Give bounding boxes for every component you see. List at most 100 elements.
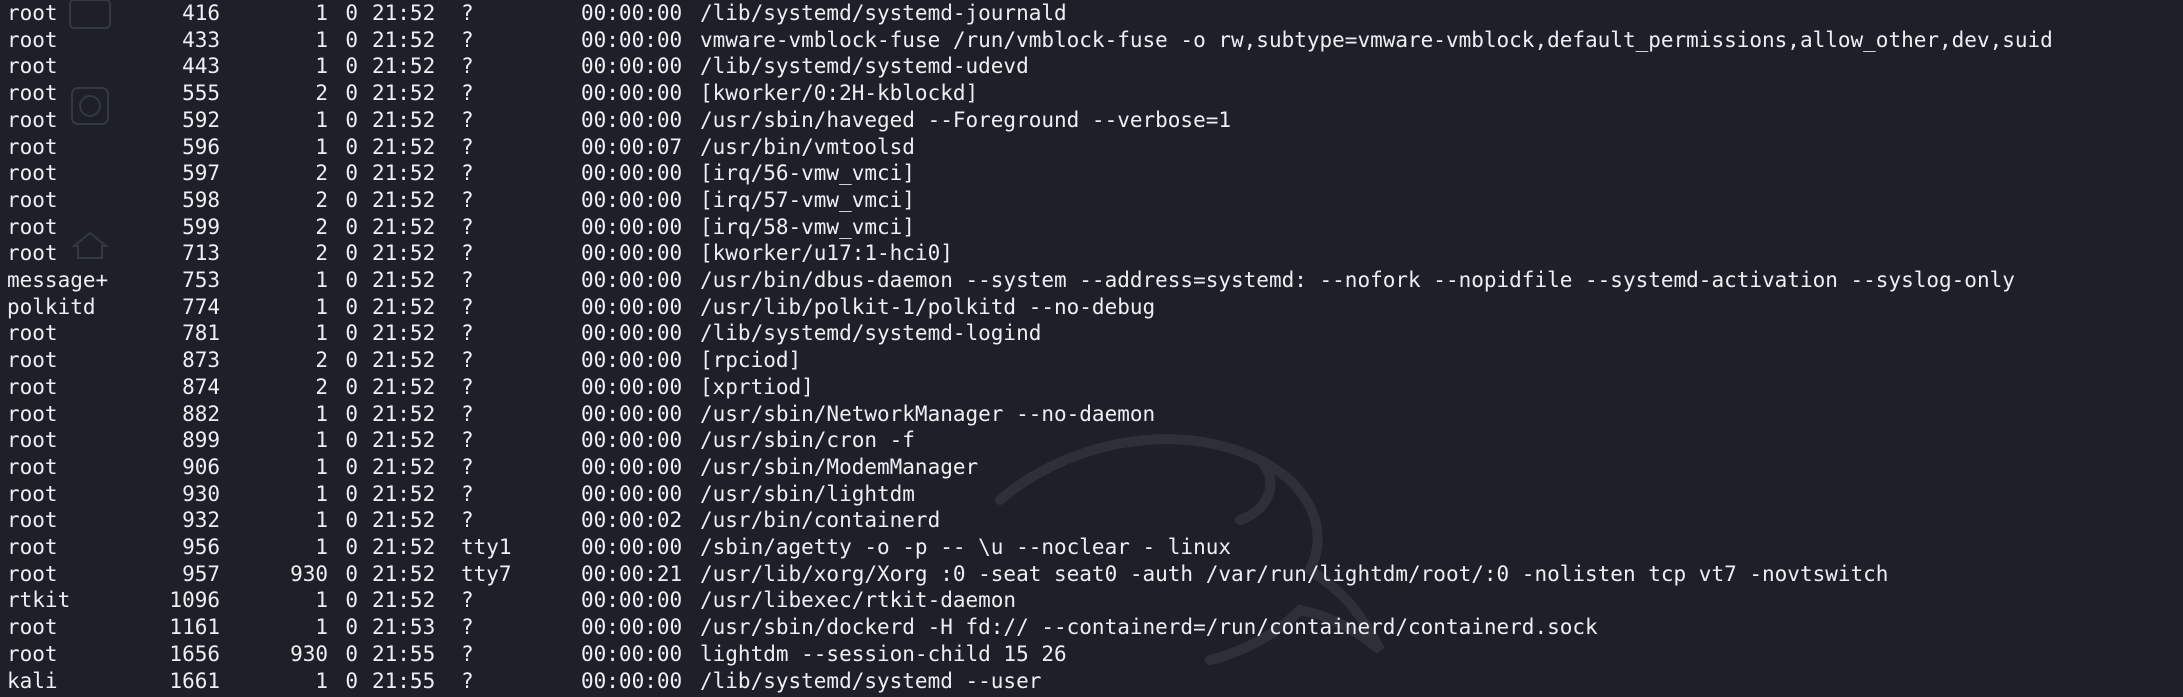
process-cpu: 0 [345,588,358,613]
process-ppid: 1 [315,27,328,52]
process-user: root [7,214,58,239]
process-cpu: 0 [345,161,358,186]
process-cpu-time: 00:00:00 [581,374,683,399]
process-cpu-time: 00:00:00 [581,27,683,52]
process-ppid: 1 [315,1,328,25]
process-pid: 873 [182,348,220,373]
process-tty: ? [461,107,474,132]
process-tty: ? [461,588,474,613]
process-tty: ? [461,401,474,426]
process-tty: ? [461,187,474,212]
process-user: root [7,241,58,266]
process-pid: 599 [182,214,220,239]
process-tty: ? [461,428,474,453]
process-start-time: 21:52 [372,454,436,479]
process-command: /lib/systemd/systemd --user [700,668,1042,693]
process-command: /usr/bin/dbus-daemon --system --address=… [700,268,2015,292]
process-cpu-time: 00:00:00 [581,294,683,319]
process-user: root [7,27,58,52]
process-cpu: 0 [345,321,358,346]
process-ppid: 2 [315,241,328,266]
process-start-time: 21:52 [372,508,436,533]
process-tty: tty1 [461,535,512,559]
process-user: root [7,481,58,506]
process-pid: 1096 [169,588,220,613]
process-cpu: 0 [345,561,358,586]
process-user: root [7,641,58,666]
process-pid: 956 [182,535,220,559]
process-ppid: 1 [315,294,328,319]
process-cpu-time: 00:00:00 [581,668,683,693]
process-command: [xprtiod] [700,374,814,399]
process-cpu-time: 00:00:00 [581,481,683,506]
process-user: root [7,561,58,586]
process-start-time: 21:52 [372,294,436,319]
process-pid: 597 [182,161,220,186]
process-start-time: 21:52 [372,561,436,586]
process-cpu-time: 00:00:00 [581,54,683,79]
process-cpu-time: 00:00:00 [581,454,683,479]
process-command: /lib/systemd/systemd-udevd [700,54,1029,79]
process-ppid: 1 [315,134,328,159]
process-command: lightdm --session-child 15 26 [700,641,1067,666]
trash-icon [60,0,120,30]
terminal-window[interactable]: root 416 1 0 21:52? 00:00:00/lib/systemd/syst… [0,0,2183,697]
process-start-time: 21:52 [372,481,436,506]
process-pid: 1656 [169,641,220,666]
process-command: vmware-vmblock-fuse /run/vmblock-fuse -o… [700,27,2053,52]
process-user: message+ [7,268,109,292]
process-ppid: 930 [290,641,328,666]
process-command: [irq/57-vmw_vmci] [700,187,915,212]
home-icon [70,230,110,260]
process-cpu: 0 [345,428,358,453]
process-cpu-time: 00:00:00 [581,268,683,292]
process-command: /usr/bin/vmtoolsd [700,134,915,159]
process-start-time: 21:52 [372,1,436,25]
process-pid: 592 [182,107,220,132]
process-user: root [7,535,58,559]
process-start-time: 21:52 [372,428,436,453]
process-user: root [7,348,58,373]
process-start-time: 21:52 [372,348,436,373]
process-ppid: 1 [315,428,328,453]
process-tty: ? [461,481,474,506]
process-user: root [7,187,58,212]
process-ppid: 1 [315,54,328,79]
process-start-time: 21:52 [372,241,436,266]
process-cpu: 0 [345,241,358,266]
process-tty: ? [461,81,474,106]
process-cpu: 0 [345,1,358,25]
process-pid: 774 [182,294,220,319]
process-cpu: 0 [345,374,358,399]
process-cpu-time: 00:00:21 [581,561,683,586]
process-tty: ? [461,294,474,319]
process-cpu-time: 00:00:00 [581,588,683,613]
process-command: /usr/libexec/rtkit-daemon [700,588,1017,613]
process-command: [irq/58-vmw_vmci] [700,214,915,239]
process-cpu: 0 [345,294,358,319]
process-command: [kworker/0:2H-kblockd] [700,81,979,106]
process-ppid: 930 [290,561,328,586]
process-cpu: 0 [345,107,358,132]
process-pid: 555 [182,81,220,106]
process-cpu-time: 00:00:00 [581,1,683,25]
process-command: /usr/sbin/haveged --Foreground --verbose… [700,107,1232,132]
process-command: /usr/lib/xorg/Xorg :0 -seat seat0 -auth … [700,561,1889,586]
process-start-time: 21:52 [372,374,436,399]
process-command: [rpciod] [700,348,802,373]
process-start-time: 21:55 [372,641,436,666]
process-cpu-time: 00:00:00 [581,187,683,212]
process-cpu-time: 00:00:00 [581,348,683,373]
process-cpu: 0 [345,535,358,559]
process-ppid: 1 [315,321,328,346]
process-pid: 906 [182,454,220,479]
process-tty: ? [461,1,474,25]
process-user: root [7,508,58,533]
process-cpu: 0 [345,54,358,79]
process-tty: ? [461,54,474,79]
process-pid: 957 [182,561,220,586]
process-ppid: 2 [315,81,328,106]
process-ppid: 2 [315,214,328,239]
process-start-time: 21:52 [372,81,436,106]
process-cpu-time: 00:00:00 [581,428,683,453]
